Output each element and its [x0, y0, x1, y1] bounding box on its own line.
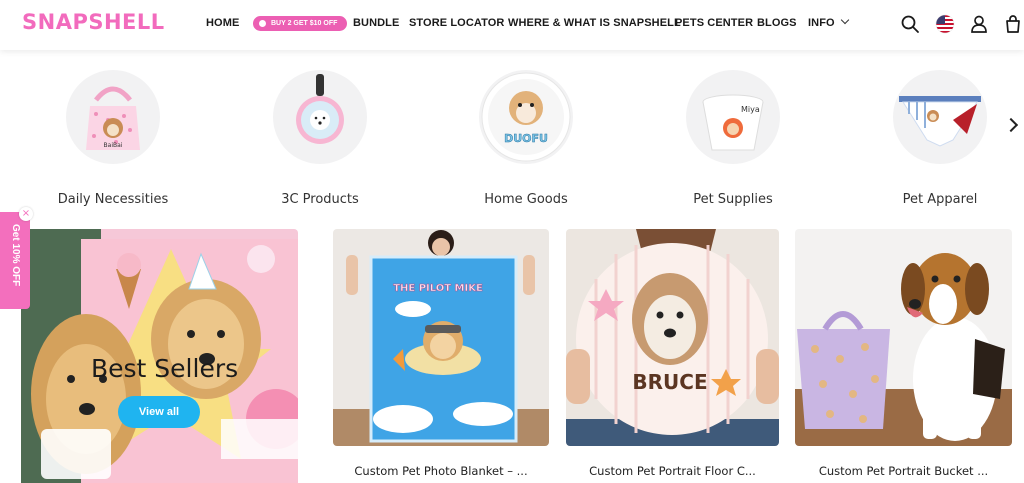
product-title[interactable]: Custom Pet Portrait Floor C...: [566, 464, 779, 478]
cart-icon[interactable]: [1003, 14, 1023, 34]
category-label: Pet Supplies: [693, 192, 773, 207]
category-image: [273, 70, 367, 164]
hamster-pillow-icon: DUOFU: [481, 72, 571, 162]
category-label: 3C Products: [281, 192, 359, 207]
category-image: [893, 70, 987, 164]
product-card[interactable]: Custom Pet Portrait Bucket ...: [795, 229, 1012, 483]
search-icon[interactable]: [900, 14, 920, 34]
us-flag-icon[interactable]: [935, 14, 955, 34]
promo-text: BUY 2 GET $10 OFF: [271, 20, 338, 27]
promo-dot-icon: [259, 20, 266, 27]
nav-blogs[interactable]: BLOGS: [757, 17, 797, 29]
nav-store-locator[interactable]: STORE LOCATOR: [409, 17, 504, 29]
view-all-button[interactable]: View all: [118, 396, 200, 428]
nav-bundle[interactable]: BUNDLE: [353, 17, 399, 29]
category-label: Home Goods: [484, 192, 568, 207]
product-card[interactable]: THE PILOT MIKE Custom Pet Photo Blanket …: [333, 229, 549, 483]
product-image: BRUCE: [566, 229, 779, 446]
product-title[interactable]: Custom Pet Photo Blanket – ...: [333, 464, 549, 478]
svg-text:BRUCE: BRUCE: [632, 370, 707, 394]
close-icon[interactable]: ×: [19, 207, 33, 221]
category-image: BaiBai: [66, 70, 160, 164]
category-pet-apparel[interactable]: Pet Apparel: [870, 70, 1010, 207]
category-pet-supplies[interactable]: Miya Pet Supplies: [663, 70, 803, 207]
nav-info-label: INFO: [808, 17, 835, 29]
brand-logo[interactable]: SNAPSHELL: [22, 10, 165, 34]
promo-badge[interactable]: BUY 2 GET $10 OFF: [253, 16, 347, 31]
nav-pets-center[interactable]: PETS CENTER: [675, 17, 753, 29]
svg-text:DUOFU: DUOFU: [504, 132, 548, 145]
tote-bag-icon: BaiBai: [86, 86, 140, 150]
product-title[interactable]: Custom Pet Portrait Bucket ...: [795, 464, 1012, 478]
category-label: Pet Apparel: [902, 192, 978, 207]
nav-where-what[interactable]: WHERE & WHAT IS SNAPSHELL: [508, 17, 681, 29]
banner-title: Best Sellers: [91, 354, 239, 383]
nav-home[interactable]: HOME: [206, 17, 239, 29]
discount-side-tab[interactable]: Get 10% OFF: [0, 212, 30, 309]
product-image: [795, 229, 1012, 446]
category-image: Miya: [686, 70, 780, 164]
pet-bandana-icon: [899, 96, 981, 147]
site-header: SNAPSHELL HOME BUNDLE STORE LOCATOR WHER…: [0, 0, 1024, 50]
product-card[interactable]: BRUCE Custom Pet Portrait Floor C...: [566, 229, 779, 483]
luggage-tag-icon: [296, 74, 344, 144]
category-image: DUOFU: [479, 70, 573, 164]
product-image: THE PILOT MIKE: [333, 229, 549, 446]
category-home-goods[interactable]: DUOFU Home Goods: [456, 70, 596, 207]
chevron-down-icon: [840, 15, 849, 25]
nav-info[interactable]: INFO: [808, 15, 849, 29]
account-icon[interactable]: [969, 14, 989, 34]
category-daily-necessities[interactable]: BaiBai Daily Necessities: [43, 70, 183, 207]
svg-text:BaiBai: BaiBai: [104, 142, 123, 149]
category-label: Daily Necessities: [57, 192, 169, 207]
category-3c-products[interactable]: 3C Products: [250, 70, 390, 207]
svg-text:Miya: Miya: [741, 105, 760, 114]
pet-bowl-icon: Miya: [702, 94, 764, 151]
svg-text:THE PILOT MIKE: THE PILOT MIKE: [393, 283, 483, 294]
discount-tab-text: Get 10% OFF: [10, 224, 21, 287]
